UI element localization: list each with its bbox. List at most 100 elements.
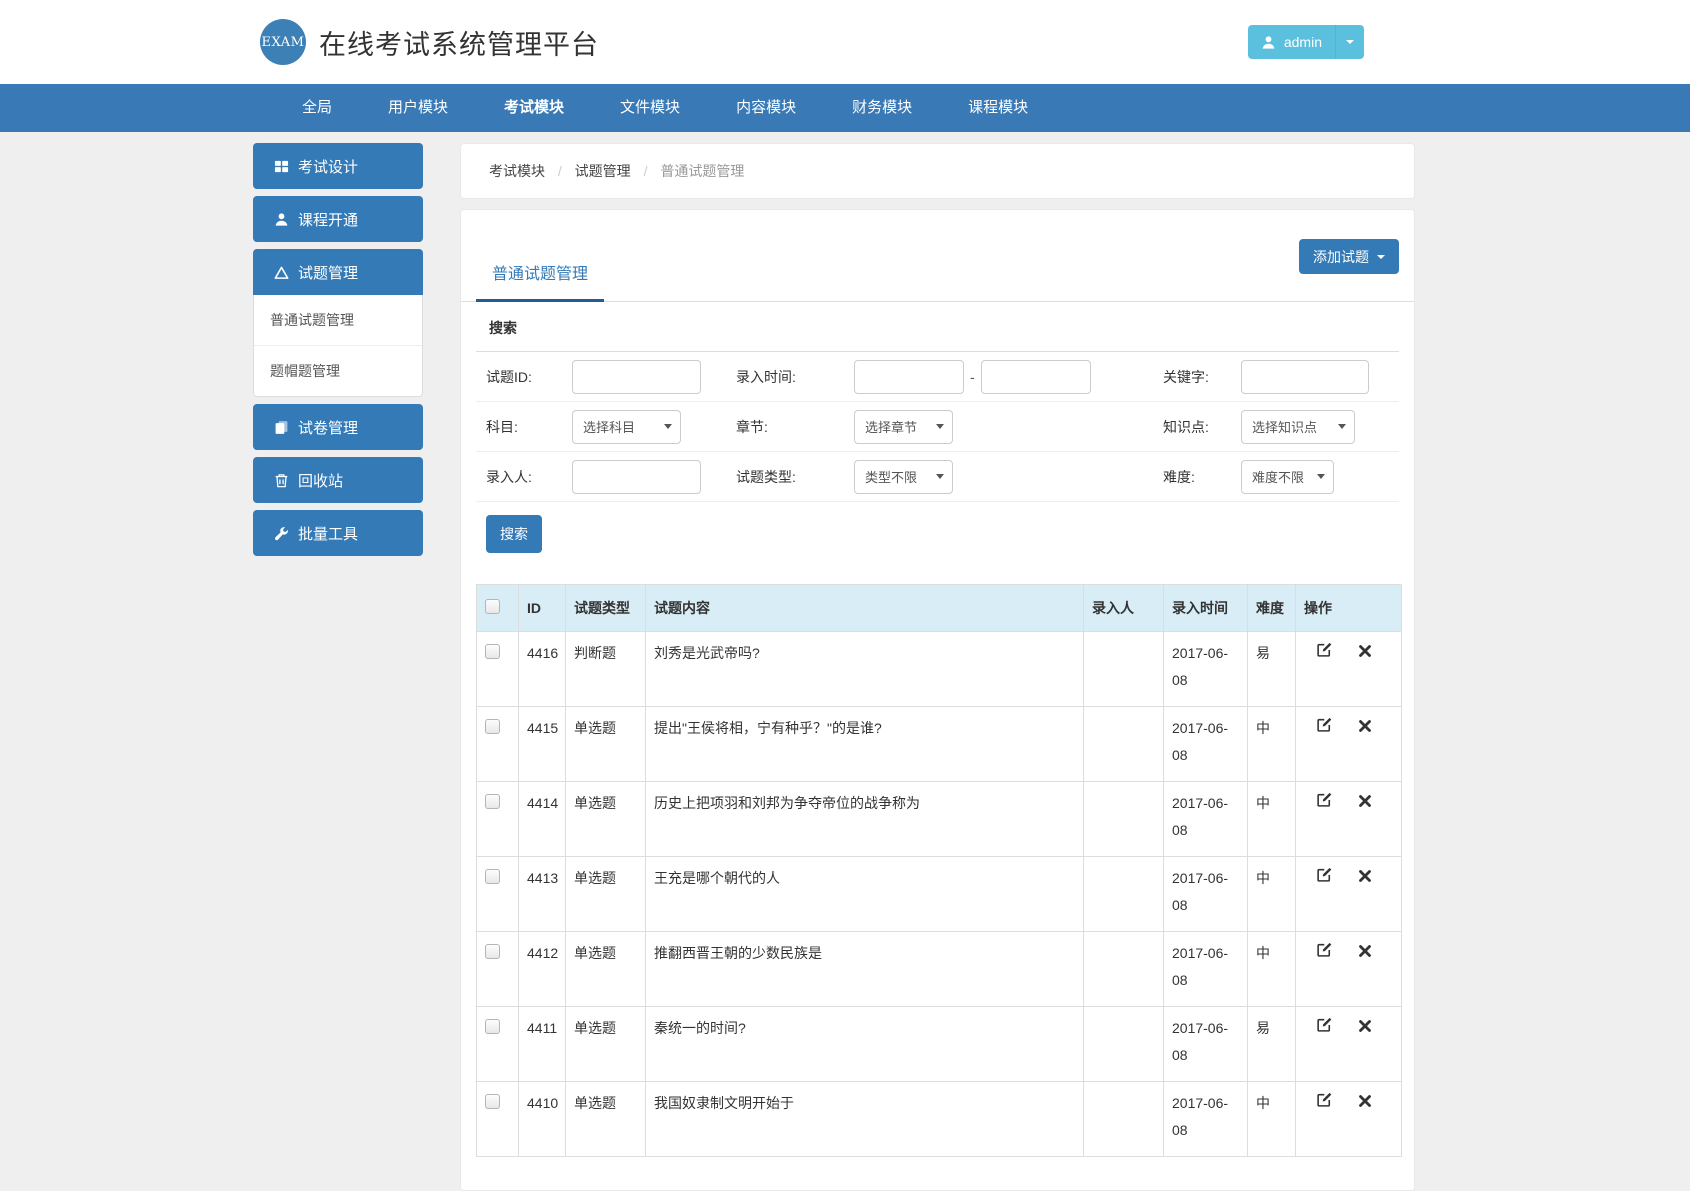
subject-select-value: 选择科目 xyxy=(583,420,636,435)
breadcrumb-item-exam-module[interactable]: 考试模块 xyxy=(489,163,545,179)
row-checkbox[interactable] xyxy=(485,1094,500,1109)
cell-date: 2017-06-08 xyxy=(1163,631,1248,707)
edit-icon[interactable] xyxy=(1314,791,1334,808)
nav-item-file-module[interactable]: 文件模块 xyxy=(592,84,708,132)
select-all-checkbox[interactable] xyxy=(485,599,500,614)
sidebar-item-batch-tools[interactable]: 批量工具 xyxy=(253,510,423,556)
cell-type: 单选题 xyxy=(565,1081,646,1157)
cell-date: 2017-06-08 xyxy=(1163,856,1248,932)
edit-icon[interactable] xyxy=(1314,1091,1334,1108)
user-icon xyxy=(1261,34,1277,50)
cell-id: 4414 xyxy=(518,781,566,857)
entry-time-from-input[interactable] xyxy=(854,359,964,394)
edit-icon[interactable] xyxy=(1314,1016,1334,1033)
cell-content: 历史上把项羽和刘邦为争夺帝位的战争称为 xyxy=(645,781,1084,857)
keyword-label: 关键字: xyxy=(1163,368,1209,385)
delete-icon[interactable] xyxy=(1355,794,1375,808)
sidebar-item-exam-design[interactable]: 考试设计 xyxy=(253,143,423,189)
cell-type: 判断题 xyxy=(565,631,646,707)
delete-icon[interactable] xyxy=(1355,869,1375,883)
select-caret-icon xyxy=(664,424,672,429)
delete-icon[interactable] xyxy=(1355,1094,1375,1108)
cell-type: 单选题 xyxy=(565,1006,646,1082)
cell-content: 推翻西晋王朝的少数民族是 xyxy=(645,931,1084,1007)
row-checkbox[interactable] xyxy=(485,644,500,659)
sidebar-item-course-open[interactable]: 课程开通 xyxy=(253,196,423,242)
nav-item-course-module[interactable]: 课程模块 xyxy=(940,84,1056,132)
search-row-2: 科目: 选择科目 章节: 选择章节 知识点: 选择知识点 xyxy=(476,402,1399,452)
breadcrumb-separator: / xyxy=(557,163,562,179)
nav-item-global[interactable]: 全局 xyxy=(274,84,360,132)
cell-creator xyxy=(1083,931,1164,1007)
submenu-item-normal-question[interactable]: 普通试题管理 xyxy=(254,295,422,346)
sidebar-item-label: 回收站 xyxy=(298,472,344,490)
sidebar-item-recycle-bin[interactable]: 回收站 xyxy=(253,457,423,503)
edit-icon[interactable] xyxy=(1314,641,1334,658)
delete-icon[interactable] xyxy=(1355,944,1375,958)
table-row: 4414 单选题 历史上把项羽和刘邦为争夺帝位的战争称为 2017-06-08 … xyxy=(476,781,1402,857)
user-menu-main[interactable]: admin xyxy=(1248,25,1335,59)
creator-input[interactable] xyxy=(572,459,701,494)
entry-time-to-input[interactable] xyxy=(980,359,1091,394)
submenu-item-cap-question[interactable]: 题帽题管理 xyxy=(254,346,422,396)
table-row: 4413 单选题 王充是哪个朝代的人 2017-06-08 中 xyxy=(476,856,1402,932)
question-table: ID 试题类型 试题内容 录入人 录入时间 难度 操作 4416 判断题 刘秀是… xyxy=(476,584,1402,1157)
copy-icon xyxy=(273,419,289,435)
nav-item-user-module[interactable]: 用户模块 xyxy=(360,84,476,132)
difficulty-label: 难度: xyxy=(1163,468,1195,485)
knowledge-select[interactable]: 选择知识点 xyxy=(1241,409,1355,444)
row-checkbox[interactable] xyxy=(485,944,500,959)
cell-content: 提出"王侯将相，宁有种乎？"的是谁? xyxy=(645,706,1084,782)
cell-content: 秦统一的时间? xyxy=(645,1006,1084,1082)
tab-bar: 普通试题管理 添加试题 xyxy=(461,210,1414,302)
row-checkbox[interactable] xyxy=(485,1019,500,1034)
user-menu-caret[interactable] xyxy=(1335,25,1364,59)
edit-icon[interactable] xyxy=(1314,716,1334,733)
sidebar: 考试设计 课程开通 试题管理 普通试题管理 题帽题管理 试卷管理 回收站 批量工… xyxy=(253,143,423,563)
keyword-input[interactable] xyxy=(1241,359,1369,394)
cell-type: 单选题 xyxy=(565,706,646,782)
sidebar-item-question-manage[interactable]: 试题管理 xyxy=(253,249,423,295)
user-menu-button[interactable]: admin xyxy=(1247,25,1364,59)
wrench-icon xyxy=(273,525,289,541)
creator-label: 录入人: xyxy=(486,468,532,485)
cell-id: 4411 xyxy=(518,1006,566,1082)
breadcrumb-item-question-manage[interactable]: 试题管理 xyxy=(575,163,631,179)
cell-creator xyxy=(1083,1081,1164,1157)
nav-item-content-module[interactable]: 内容模块 xyxy=(708,84,824,132)
difficulty-select[interactable]: 难度不限 xyxy=(1241,459,1334,494)
row-checkbox[interactable] xyxy=(485,794,500,809)
search-section: 搜索 试题ID: 录入时间: - 关键字: 科目: 选择科目 章节: 选择章节 … xyxy=(461,302,1414,1157)
range-separator: - xyxy=(970,368,975,385)
search-button[interactable]: 搜索 xyxy=(486,515,542,553)
nav-items: 全局 用户模块 考试模块 文件模块 内容模块 财务模块 课程模块 xyxy=(274,84,1430,132)
cell-content: 刘秀是光武帝吗? xyxy=(645,631,1084,707)
cell-id: 4412 xyxy=(518,931,566,1007)
user-name: admin xyxy=(1283,34,1322,50)
knowledge-label: 知识点: xyxy=(1163,418,1209,435)
nav-item-exam-module[interactable]: 考试模块 xyxy=(476,84,592,132)
add-question-button[interactable]: 添加试题 xyxy=(1299,239,1399,274)
question-type-select[interactable]: 类型不限 xyxy=(854,459,953,494)
breadcrumb: 考试模块 / 试题管理 / 普通试题管理 xyxy=(489,163,744,179)
cell-type: 单选题 xyxy=(565,931,646,1007)
cell-difficulty: 中 xyxy=(1247,931,1296,1007)
chevron-down-icon xyxy=(1346,40,1354,44)
delete-icon[interactable] xyxy=(1355,1019,1375,1033)
subject-select[interactable]: 选择科目 xyxy=(572,409,681,444)
delete-icon[interactable] xyxy=(1355,719,1375,733)
nav-item-finance-module[interactable]: 财务模块 xyxy=(824,84,940,132)
sidebar-item-paper-manage[interactable]: 试卷管理 xyxy=(253,404,423,450)
row-checkbox[interactable] xyxy=(485,869,500,884)
chapter-select[interactable]: 选择章节 xyxy=(854,409,953,444)
edit-icon[interactable] xyxy=(1314,941,1334,958)
question-id-input[interactable] xyxy=(572,359,701,394)
trash-icon xyxy=(273,472,289,488)
table-header-row: ID 试题类型 试题内容 录入人 录入时间 难度 操作 xyxy=(476,584,1402,632)
row-checkbox[interactable] xyxy=(485,719,500,734)
edit-icon[interactable] xyxy=(1314,866,1334,883)
delete-icon[interactable] xyxy=(1355,644,1375,658)
tab-normal-question-manage[interactable]: 普通试题管理 xyxy=(476,245,605,302)
question-id-label: 试题ID: xyxy=(486,368,532,385)
exam-logo: EXAM xyxy=(260,19,306,65)
